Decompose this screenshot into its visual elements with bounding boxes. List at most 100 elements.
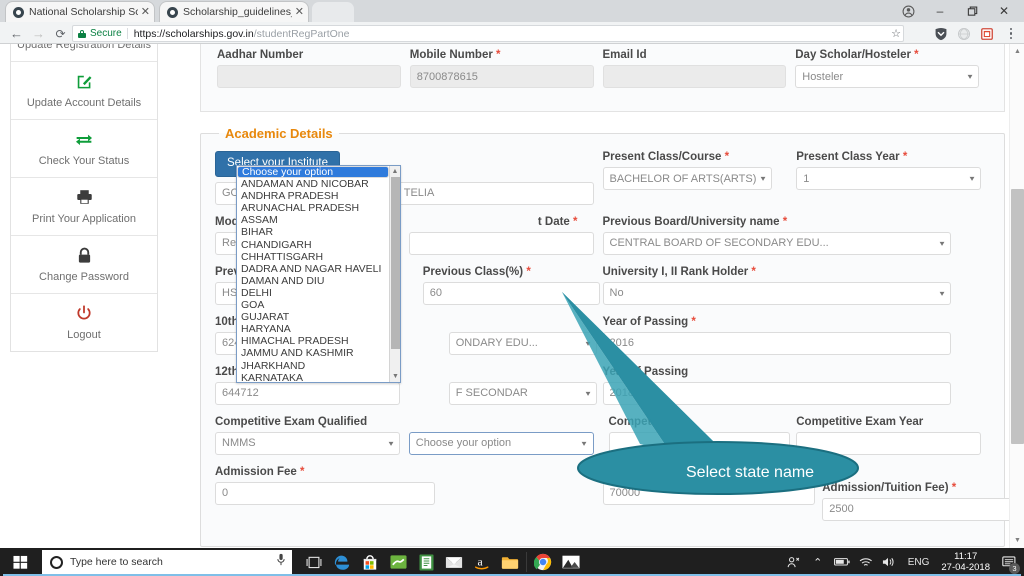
present-class-year-select[interactable]: 1 ▾ [796,167,981,190]
state-option[interactable]: DADRA AND NAGAR HAVELI [237,263,389,275]
twelfth-class-roll-no-input[interactable]: 644712 [215,381,400,405]
state-option[interactable]: GOA [237,299,389,311]
task-view-icon[interactable] [300,548,328,576]
dropdown-scrollbar[interactable]: ▲ ▼ [389,166,400,382]
volume-icon[interactable] [878,548,902,576]
state-option[interactable]: JHARKHAND [237,360,389,372]
minimize-button[interactable]: – [924,1,956,21]
store-icon[interactable] [356,548,384,576]
tuition-fee-input[interactable]: 70000 [602,481,815,505]
previous-class-percent-input[interactable]: 60 [422,281,601,305]
forward-icon[interactable]: → [30,25,47,42]
search-input[interactable]: Type here to search [42,550,292,574]
page-scroll-thumb[interactable] [1011,189,1024,444]
email-id-input[interactable] [602,65,787,88]
explorer-icon[interactable] [496,548,524,576]
scroll-up-icon[interactable]: ▲ [1010,44,1024,59]
university-rank-holder-select[interactable]: No ▾ [602,281,951,305]
day-scholar-hosteler-select[interactable]: Hosteler ▾ [795,65,979,88]
aadhar-number-input[interactable] [217,65,401,88]
state-select[interactable]: Choose your option ▾ [408,431,594,455]
cloud-icon[interactable] [384,548,412,576]
browser-tab-2[interactable]: Scholarship_guidelines_h ✕ [160,2,308,22]
state-option[interactable]: JAMMU AND KASHMIR [237,347,389,359]
microphone-icon[interactable] [276,553,286,571]
state-option[interactable]: ARUNACHAL PRADESH [237,202,389,214]
close-icon[interactable]: ✕ [295,2,304,22]
chevron-up-icon[interactable]: ⌃ [806,548,830,576]
state-option[interactable]: KARNATAKA [237,372,389,382]
state-option[interactable]: ANDAMAN AND NICOBAR [237,178,389,190]
browser-tab-1[interactable]: National Scholarship Sch ✕ [6,2,154,22]
year-of-passing-12th-input[interactable]: 2018 [602,381,951,405]
chevron-down-icon: ▾ [969,174,975,183]
notifications-icon[interactable]: 3 [996,548,1022,576]
competitive-exam-year-input[interactable] [796,431,981,455]
twelfth-board-name-select[interactable]: F SECONDAR ▾ [448,381,597,405]
close-button[interactable]: ✕ [988,1,1020,21]
close-icon[interactable]: ✕ [141,2,150,22]
sidebar-item-check-your-status[interactable]: Check Your Status [11,120,157,178]
scroll-up-icon[interactable]: ▲ [390,166,400,177]
battery-icon[interactable] [830,548,854,576]
page-scrollbar[interactable]: ▲ ▼ [1009,44,1024,548]
present-class-course-select[interactable]: BACHELOR OF ARTS(ARTS) ▾ [602,167,773,190]
sidebar-item-update-registration-details[interactable]: Update Registration Details [11,44,157,62]
admission-date-input[interactable] [408,231,594,255]
state-option[interactable]: HIMACHAL PRADESH [237,335,389,347]
sidebar-item-logout[interactable]: Logout [11,294,157,351]
state-dropdown-open[interactable]: Choose your option ANDAMAN AND NICOBAR AND… [236,165,401,383]
window-controls: – ✕ [892,0,1020,22]
state-option[interactable]: DELHI [237,287,389,299]
year-of-passing-10th-input[interactable]: 2016 [602,331,951,355]
state-option[interactable]: DAMAN AND DIU [237,275,389,287]
maximize-button[interactable] [956,1,988,21]
kebab-menu-icon[interactable] [1004,25,1018,42]
other-fee-input[interactable]: 2500 [822,497,1024,521]
reload-icon[interactable]: ⟳ [52,25,69,42]
shield-down-icon[interactable] [932,25,949,42]
language-indicator[interactable]: ENG [902,557,936,568]
new-tab-button[interactable] [312,2,354,22]
mobile-number-input[interactable]: 8700878615 [409,65,594,88]
windows-logo-icon[interactable] [0,548,40,576]
previous-board-university-select[interactable]: CENTRAL BOARD OF SECONDARY EDU... ▾ [602,231,951,255]
browser-chrome: National Scholarship Sch ✕ Scholarship_g… [0,0,1024,44]
tenth-board-name-select[interactable]: ONDARY EDU... ▾ [448,331,597,355]
select-value: ONDARY EDU... [455,337,538,349]
state-dropdown-list[interactable]: Choose your option ANDAMAN AND NICOBAR AND… [237,166,389,382]
sidebar-item-change-password[interactable]: Change Password [11,236,157,294]
mail-icon[interactable] [440,548,468,576]
back-icon[interactable]: ← [8,25,25,42]
people-icon[interactable] [782,548,806,576]
sidebar-item-print-your-application[interactable]: Print Your Application [11,178,157,236]
state-option[interactable]: ASSAM [237,214,389,226]
state-option[interactable]: CHANDIGARH [237,239,389,251]
edge-icon[interactable] [328,548,356,576]
state-option[interactable]: BIHAR [237,226,389,238]
scroll-down-icon[interactable]: ▼ [390,371,400,382]
photos-icon[interactable] [557,548,585,576]
state-option[interactable]: ANDHRA PRADESH [237,190,389,202]
sidebar-item-update-account-details[interactable]: Update Account Details [11,62,157,120]
competitive-exam-roll-no-input[interactable] [608,431,790,455]
state-option[interactable]: CHHATTISGARH [237,251,389,263]
profile-icon[interactable] [892,1,924,21]
notes-icon[interactable] [412,548,440,576]
admission-fee-input[interactable]: 0 [215,481,435,505]
bookmark-star-icon[interactable]: ☆ [891,27,901,40]
scroll-down-icon[interactable]: ▼ [1010,533,1024,548]
sphere-icon[interactable] [955,25,972,42]
competitive-exam-qualified-select[interactable]: NMMS ▾ [215,431,400,455]
state-option[interactable]: GUJARAT [237,311,389,323]
state-option[interactable]: HARYANA [237,323,389,335]
chrome-icon[interactable] [529,548,557,576]
app-icon[interactable] [978,25,995,42]
state-option[interactable]: Choose your option [237,166,389,179]
clock[interactable]: 11:17 27-04-2018 [935,551,996,573]
amazon-icon[interactable]: a [468,548,496,576]
sidebar-item-label: Update Registration Details [17,44,151,51]
dropdown-scroll-thumb[interactable] [391,177,400,349]
address-bar[interactable]: Secure https://scholarships.gov.in/stude… [72,25,904,42]
wifi-icon[interactable] [854,548,878,576]
